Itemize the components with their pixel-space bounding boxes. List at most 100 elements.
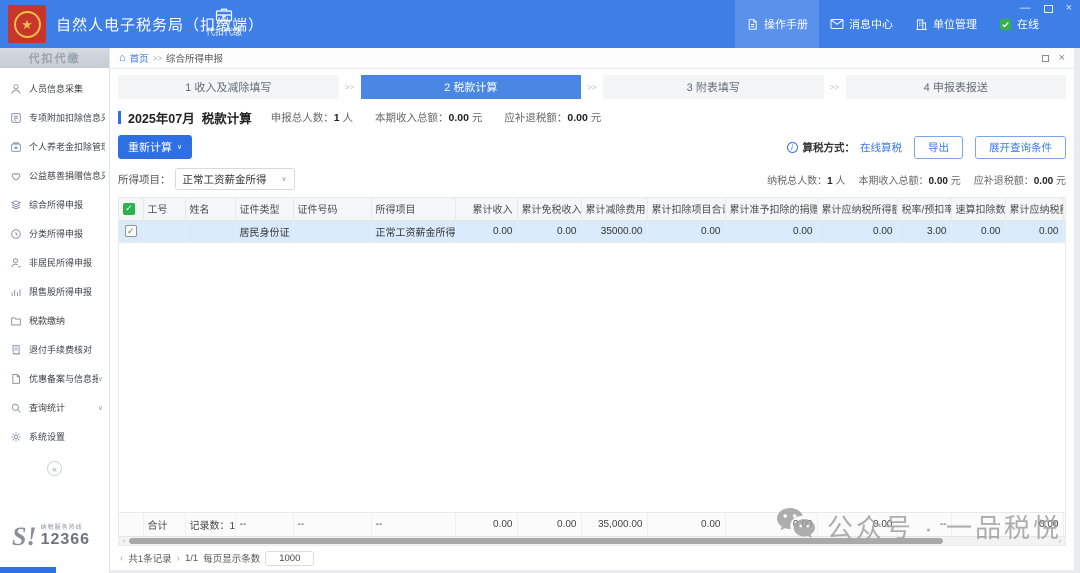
income-item-select[interactable]: 正常工资薪金所得 ∨ <box>175 168 295 190</box>
chevron-down-icon: ∨ <box>98 404 105 412</box>
person-icon <box>10 257 23 269</box>
sidebar-item-6[interactable]: 非居民所得申报 <box>0 248 109 277</box>
table-cell <box>293 220 371 242</box>
sidebar-item-label: 税款缴纳 <box>29 314 65 327</box>
prev-page-icon[interactable]: ‹ <box>120 553 123 564</box>
gear-icon <box>10 431 23 443</box>
sidebar-collapse-button[interactable]: « <box>47 461 62 476</box>
step-tab-3[interactable]: 3 附表填写 <box>603 75 824 99</box>
column-header: 税率/预扣率 <box>897 198 951 220</box>
file-icon <box>10 373 23 385</box>
summary-cell: 0.00 <box>647 512 725 536</box>
right-tools: i 算税方式： 在线算税 导出 展开查询条件 <box>787 136 1067 159</box>
step-tab-4[interactable]: 4 申报表报送 <box>846 75 1067 99</box>
hotline-logo: S! 纳税服务热线 12366 <box>12 525 90 549</box>
column-header: 速算扣除数 <box>951 198 1005 220</box>
info-icon: i <box>787 142 798 153</box>
table-empty-area <box>119 243 1065 512</box>
next-page-icon[interactable]: › <box>177 553 180 564</box>
sidebar-item-12[interactable]: 系统设置 <box>0 422 109 451</box>
column-header: 所得项目 <box>371 198 455 220</box>
layers-icon <box>10 199 23 211</box>
stat: 应补退税额：0.00 元 <box>974 172 1066 187</box>
hotline-name: 纳税服务热线 <box>41 525 91 532</box>
tab-withholding-module[interactable]: 代扣代缴 <box>202 7 246 38</box>
table-cell: 0.00 <box>1005 220 1063 242</box>
user-icon <box>10 83 23 95</box>
sidebar-item-2[interactable]: 个人养老金扣除管理 <box>0 132 109 161</box>
titlebar: — × ★ 自然人电子税务局（扣缴端） 代扣代缴 操作手册 消息中心 单位管理 … <box>0 0 1080 48</box>
column-header: 累计准予扣除的捐赠额 <box>725 198 817 220</box>
search-icon <box>10 402 23 414</box>
scroll-left-icon[interactable]: ‹ <box>119 538 129 545</box>
header-action-label: 单位管理 <box>933 16 977 32</box>
sidebar-item-1[interactable]: 专项附加扣除信息采集 <box>0 103 109 132</box>
table-summary: 合计记录数：1------0.000.0035,000.000.000.000.… <box>119 512 1065 537</box>
export-button[interactable]: 导出 <box>914 136 963 159</box>
header-action-2[interactable]: 单位管理 <box>904 0 988 48</box>
panel-close-icon[interactable]: × <box>1059 53 1065 64</box>
summary-cell: 0.00 <box>455 512 517 536</box>
sidebar-item-10[interactable]: 优惠备案与信息报送 ∨ <box>0 364 109 393</box>
sidebar-item-3[interactable]: 公益慈善捐赠信息采集 <box>0 161 109 190</box>
sidebar-item-11[interactable]: 查询统计 ∨ <box>0 393 109 422</box>
stat: 申报总人数：1 人 <box>271 110 353 125</box>
sidebar-item-label: 查询统计 <box>29 401 65 414</box>
column-header: 证件号码 <box>293 198 371 220</box>
expand-query-button[interactable]: 展开查询条件 <box>975 136 1066 159</box>
pension-icon <box>10 141 23 153</box>
select-all-checkbox[interactable]: ✓ <box>123 203 135 215</box>
row-checkbox[interactable]: ✓ <box>125 225 137 237</box>
chevron-down-icon: ∨ <box>281 175 286 183</box>
bottom-blue-strip <box>0 567 56 573</box>
sidebar-item-4[interactable]: 综合所得申报 <box>0 190 109 219</box>
step-tab-1[interactable]: 1 收入及减除填写 <box>118 75 339 99</box>
column-header: 累计减免税额 <box>1063 198 1065 220</box>
summary-cell: 35,000.00 <box>581 512 647 536</box>
header-action-1[interactable]: 消息中心 <box>819 0 904 48</box>
scroll-right-icon[interactable]: › <box>1055 538 1065 545</box>
sidebar-item-label: 专项附加扣除信息采集 <box>29 111 105 124</box>
calc-mode-label: 算税方式： <box>803 140 856 155</box>
sidebar-item-8[interactable]: 税款缴纳 <box>0 306 109 335</box>
summary-cell: -- <box>371 512 455 536</box>
emblem-star-icon: ★ <box>14 11 41 38</box>
chevron-down-icon: ∨ <box>98 375 105 383</box>
header-action-label: 在线 <box>1017 16 1039 32</box>
table-cell <box>1063 220 1065 242</box>
calc-mode-link[interactable]: 在线算税 <box>860 140 902 155</box>
header-action-label: 消息中心 <box>849 16 893 32</box>
sidebar-item-5[interactable]: 分类所得申报 <box>0 219 109 248</box>
recalculate-button[interactable]: 重新计算 ∨ <box>118 135 192 159</box>
home-icon[interactable]: ⌂ <box>119 53 126 64</box>
scrollbar-thumb[interactable] <box>129 538 943 544</box>
horizontal-scrollbar[interactable]: ‹ › <box>119 536 1065 545</box>
breadcrumb-home[interactable]: 首页 <box>130 51 149 65</box>
table-cell: 35000.00 <box>581 220 647 242</box>
chart-icon <box>10 286 23 298</box>
org-icon <box>915 18 928 31</box>
sidebar-item-7[interactable]: 限售股所得申报 <box>0 277 109 306</box>
sidebar-item-label: 公益慈善捐赠信息采集 <box>29 169 105 182</box>
breadcrumb-separator: >> <box>153 54 162 63</box>
window-close-icon[interactable]: × <box>1066 3 1072 14</box>
period-label: 2025年07月 <box>128 108 195 127</box>
summary-cell: -- <box>293 512 371 536</box>
header-action-0[interactable]: 操作手册 <box>735 0 819 48</box>
table-row[interactable]: ✓居民身份证正常工资薪金所得0.000.0035000.000.000.000.… <box>119 220 1065 242</box>
hotline-number: 12366 <box>41 531 91 549</box>
header-action-3[interactable]: 在线 <box>988 0 1050 48</box>
sidebar-item-0[interactable]: 人员信息采集 <box>0 74 109 103</box>
column-header: 证件类型 <box>235 198 293 220</box>
step-tab-2[interactable]: 2 税款计算 <box>361 75 582 99</box>
column-header: 姓名 <box>185 198 235 220</box>
panel-maximize-icon[interactable] <box>1042 55 1049 62</box>
table-summary-row: 合计记录数：1------0.000.0035,000.000.000.000.… <box>119 512 1065 536</box>
per-page-input[interactable]: 1000 <box>265 551 314 566</box>
sidebar-item-9[interactable]: 退付手续费核对 <box>0 335 109 364</box>
tax-calc-content: 2025年07月 税款计算 申报总人数：1 人本期收入总额：0.00 元应补退税… <box>110 99 1074 570</box>
section-header: 2025年07月 税款计算 申报总人数：1 人本期收入总额：0.00 元应补退税… <box>118 108 1066 127</box>
summary-cell: 0.00 <box>517 512 581 536</box>
toolbar-stats: 申报总人数：1 人本期收入总额：0.00 元应补退税额：0.00 元 <box>271 110 601 125</box>
breadcrumb-current: 综合所得申报 <box>166 51 223 65</box>
